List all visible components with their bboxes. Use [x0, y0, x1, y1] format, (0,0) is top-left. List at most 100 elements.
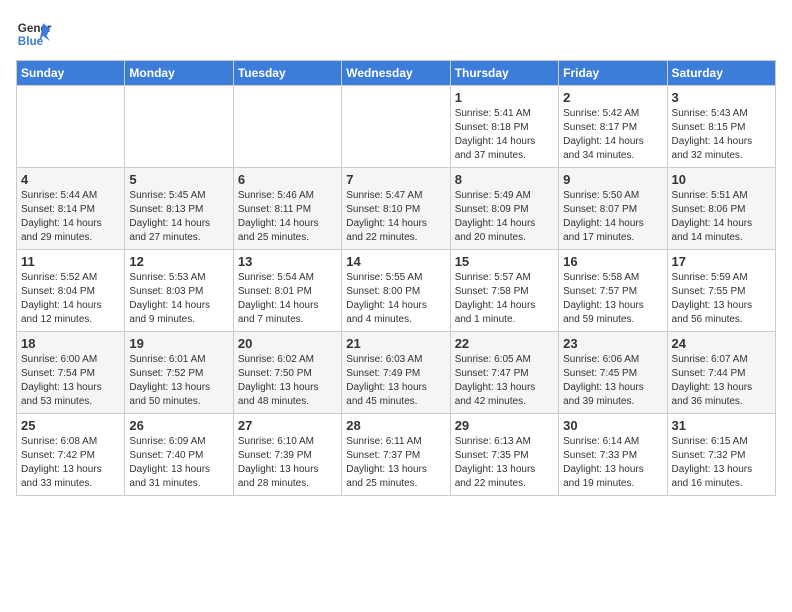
day-info: Sunrise: 6:05 AM Sunset: 7:47 PM Dayligh… [455, 353, 554, 409]
day-info: Sunrise: 6:01 AM Sunset: 7:52 PM Dayligh… [129, 353, 228, 409]
day-number: 24 [672, 336, 771, 351]
day-info: Sunrise: 6:07 AM Sunset: 7:44 PM Dayligh… [672, 353, 771, 409]
day-number: 22 [455, 336, 554, 351]
calendar-cell: 3 Sunrise: 5:43 AM Sunset: 8:15 PM Daylig… [667, 86, 775, 168]
day-number: 10 [672, 172, 771, 187]
day-info: Sunrise: 5:54 AM Sunset: 8:01 PM Dayligh… [238, 271, 337, 327]
svg-text:Blue: Blue [18, 35, 44, 48]
weekday-header-tuesday: Tuesday [233, 61, 341, 86]
weekday-header-monday: Monday [125, 61, 233, 86]
calendar-cell: 30 Sunrise: 6:14 AM Sunset: 7:33 PM Dayli… [559, 414, 667, 496]
day-info: Sunrise: 6:03 AM Sunset: 7:49 PM Dayligh… [346, 353, 445, 409]
calendar-week-row: 4 Sunrise: 5:44 AM Sunset: 8:14 PM Daylig… [17, 168, 776, 250]
day-info: Sunrise: 6:00 AM Sunset: 7:54 PM Dayligh… [21, 353, 120, 409]
day-number: 7 [346, 172, 445, 187]
day-number: 30 [563, 418, 662, 433]
calendar-cell: 6 Sunrise: 5:46 AM Sunset: 8:11 PM Daylig… [233, 168, 341, 250]
day-info: Sunrise: 5:44 AM Sunset: 8:14 PM Dayligh… [21, 189, 120, 245]
calendar-cell: 4 Sunrise: 5:44 AM Sunset: 8:14 PM Daylig… [17, 168, 125, 250]
day-number: 19 [129, 336, 228, 351]
day-info: Sunrise: 6:10 AM Sunset: 7:39 PM Dayligh… [238, 435, 337, 491]
weekday-header-sunday: Sunday [17, 61, 125, 86]
calendar-cell: 5 Sunrise: 5:45 AM Sunset: 8:13 PM Daylig… [125, 168, 233, 250]
day-number: 14 [346, 254, 445, 269]
logo-icon: General Blue [16, 16, 52, 52]
day-info: Sunrise: 6:06 AM Sunset: 7:45 PM Dayligh… [563, 353, 662, 409]
calendar-cell: 20 Sunrise: 6:02 AM Sunset: 7:50 PM Dayli… [233, 332, 341, 414]
day-number: 3 [672, 90, 771, 105]
calendar-cell: 31 Sunrise: 6:15 AM Sunset: 7:32 PM Dayli… [667, 414, 775, 496]
calendar-cell: 18Sunrise: 6:00 AM Sunset: 7:54 PM Dayli… [17, 332, 125, 414]
day-number: 20 [238, 336, 337, 351]
calendar-cell: 2Sunrise: 5:42 AM Sunset: 8:17 PM Daylig… [559, 86, 667, 168]
day-number: 25 [21, 418, 120, 433]
day-number: 29 [455, 418, 554, 433]
calendar-cell: 11Sunrise: 5:52 AM Sunset: 8:04 PM Dayli… [17, 250, 125, 332]
day-info: Sunrise: 6:14 AM Sunset: 7:33 PM Dayligh… [563, 435, 662, 491]
day-info: Sunrise: 5:43 AM Sunset: 8:15 PM Dayligh… [672, 107, 771, 163]
day-number: 17 [672, 254, 771, 269]
weekday-header-wednesday: Wednesday [342, 61, 450, 86]
calendar-cell: 17 Sunrise: 5:59 AM Sunset: 7:55 PM Dayli… [667, 250, 775, 332]
weekday-header-saturday: Saturday [667, 61, 775, 86]
day-number: 8 [455, 172, 554, 187]
day-info: Sunrise: 5:49 AM Sunset: 8:09 PM Dayligh… [455, 189, 554, 245]
calendar-cell: 13 Sunrise: 5:54 AM Sunset: 8:01 PM Dayli… [233, 250, 341, 332]
day-number: 28 [346, 418, 445, 433]
calendar-cell: 25 Sunrise: 6:08 AM Sunset: 7:42 PM Dayli… [17, 414, 125, 496]
calendar-cell [233, 86, 341, 168]
day-number: 26 [129, 418, 228, 433]
day-info: Sunrise: 5:42 AM Sunset: 8:17 PM Dayligh… [563, 107, 662, 163]
calendar-cell: 1 Sunrise: 5:41 AM Sunset: 8:18 PM Daylig… [450, 86, 558, 168]
day-number: 6 [238, 172, 337, 187]
day-number: 23 [563, 336, 662, 351]
day-number: 21 [346, 336, 445, 351]
day-number: 27 [238, 418, 337, 433]
calendar-cell: 29 Sunrise: 6:13 AM Sunset: 7:35 PM Dayli… [450, 414, 558, 496]
day-info: Sunrise: 5:51 AM Sunset: 8:06 PM Dayligh… [672, 189, 771, 245]
day-number: 15 [455, 254, 554, 269]
logo: General Blue [16, 16, 52, 52]
day-number: 31 [672, 418, 771, 433]
calendar-week-row: 1 Sunrise: 5:41 AM Sunset: 8:18 PM Daylig… [17, 86, 776, 168]
calendar-cell: 22 Sunrise: 6:05 AM Sunset: 7:47 PM Dayli… [450, 332, 558, 414]
calendar-cell: 21 Sunrise: 6:03 AM Sunset: 7:49 PM Dayli… [342, 332, 450, 414]
calendar-table: SundayMondayTuesdayWednesdayThursdayFrid… [16, 60, 776, 496]
day-info: Sunrise: 6:08 AM Sunset: 7:42 PM Dayligh… [21, 435, 120, 491]
day-number: 12 [129, 254, 228, 269]
day-number: 1 [455, 90, 554, 105]
calendar-cell: 7 Sunrise: 5:47 AM Sunset: 8:10 PM Daylig… [342, 168, 450, 250]
calendar-cell: 8 Sunrise: 5:49 AM Sunset: 8:09 PM Daylig… [450, 168, 558, 250]
calendar-cell [125, 86, 233, 168]
day-info: Sunrise: 6:13 AM Sunset: 7:35 PM Dayligh… [455, 435, 554, 491]
weekday-header-row: SundayMondayTuesdayWednesdayThursdayFrid… [17, 61, 776, 86]
day-info: Sunrise: 5:41 AM Sunset: 8:18 PM Dayligh… [455, 107, 554, 163]
day-info: Sunrise: 5:47 AM Sunset: 8:10 PM Dayligh… [346, 189, 445, 245]
day-info: Sunrise: 5:55 AM Sunset: 8:00 PM Dayligh… [346, 271, 445, 327]
calendar-cell: 15Sunrise: 5:57 AM Sunset: 7:58 PM Dayli… [450, 250, 558, 332]
day-info: Sunrise: 5:52 AM Sunset: 8:04 PM Dayligh… [21, 271, 120, 327]
day-number: 5 [129, 172, 228, 187]
day-number: 4 [21, 172, 120, 187]
calendar-week-row: 25 Sunrise: 6:08 AM Sunset: 7:42 PM Dayli… [17, 414, 776, 496]
calendar-cell: 24 Sunrise: 6:07 AM Sunset: 7:44 PM Dayli… [667, 332, 775, 414]
page-header: General Blue [16, 16, 776, 52]
day-info: Sunrise: 6:15 AM Sunset: 7:32 PM Dayligh… [672, 435, 771, 491]
day-info: Sunrise: 5:46 AM Sunset: 8:11 PM Dayligh… [238, 189, 337, 245]
calendar-cell: 26 Sunrise: 6:09 AM Sunset: 7:40 PM Dayli… [125, 414, 233, 496]
day-info: Sunrise: 6:09 AM Sunset: 7:40 PM Dayligh… [129, 435, 228, 491]
calendar-cell: 28Sunrise: 6:11 AM Sunset: 7:37 PM Dayli… [342, 414, 450, 496]
calendar-cell [342, 86, 450, 168]
day-number: 13 [238, 254, 337, 269]
calendar-cell: 16 Sunrise: 5:58 AM Sunset: 7:57 PM Dayli… [559, 250, 667, 332]
calendar-cell: 23 Sunrise: 6:06 AM Sunset: 7:45 PM Dayli… [559, 332, 667, 414]
day-info: Sunrise: 5:58 AM Sunset: 7:57 PM Dayligh… [563, 271, 662, 327]
calendar-cell: 10 Sunrise: 5:51 AM Sunset: 8:06 PM Dayli… [667, 168, 775, 250]
day-number: 16 [563, 254, 662, 269]
day-info: Sunrise: 5:53 AM Sunset: 8:03 PM Dayligh… [129, 271, 228, 327]
day-info: Sunrise: 5:45 AM Sunset: 8:13 PM Dayligh… [129, 189, 228, 245]
calendar-cell: 9Sunrise: 5:50 AM Sunset: 8:07 PM Daylig… [559, 168, 667, 250]
day-info: Sunrise: 6:02 AM Sunset: 7:50 PM Dayligh… [238, 353, 337, 409]
calendar-cell: 19 Sunrise: 6:01 AM Sunset: 7:52 PM Dayli… [125, 332, 233, 414]
day-info: Sunrise: 5:59 AM Sunset: 7:55 PM Dayligh… [672, 271, 771, 327]
